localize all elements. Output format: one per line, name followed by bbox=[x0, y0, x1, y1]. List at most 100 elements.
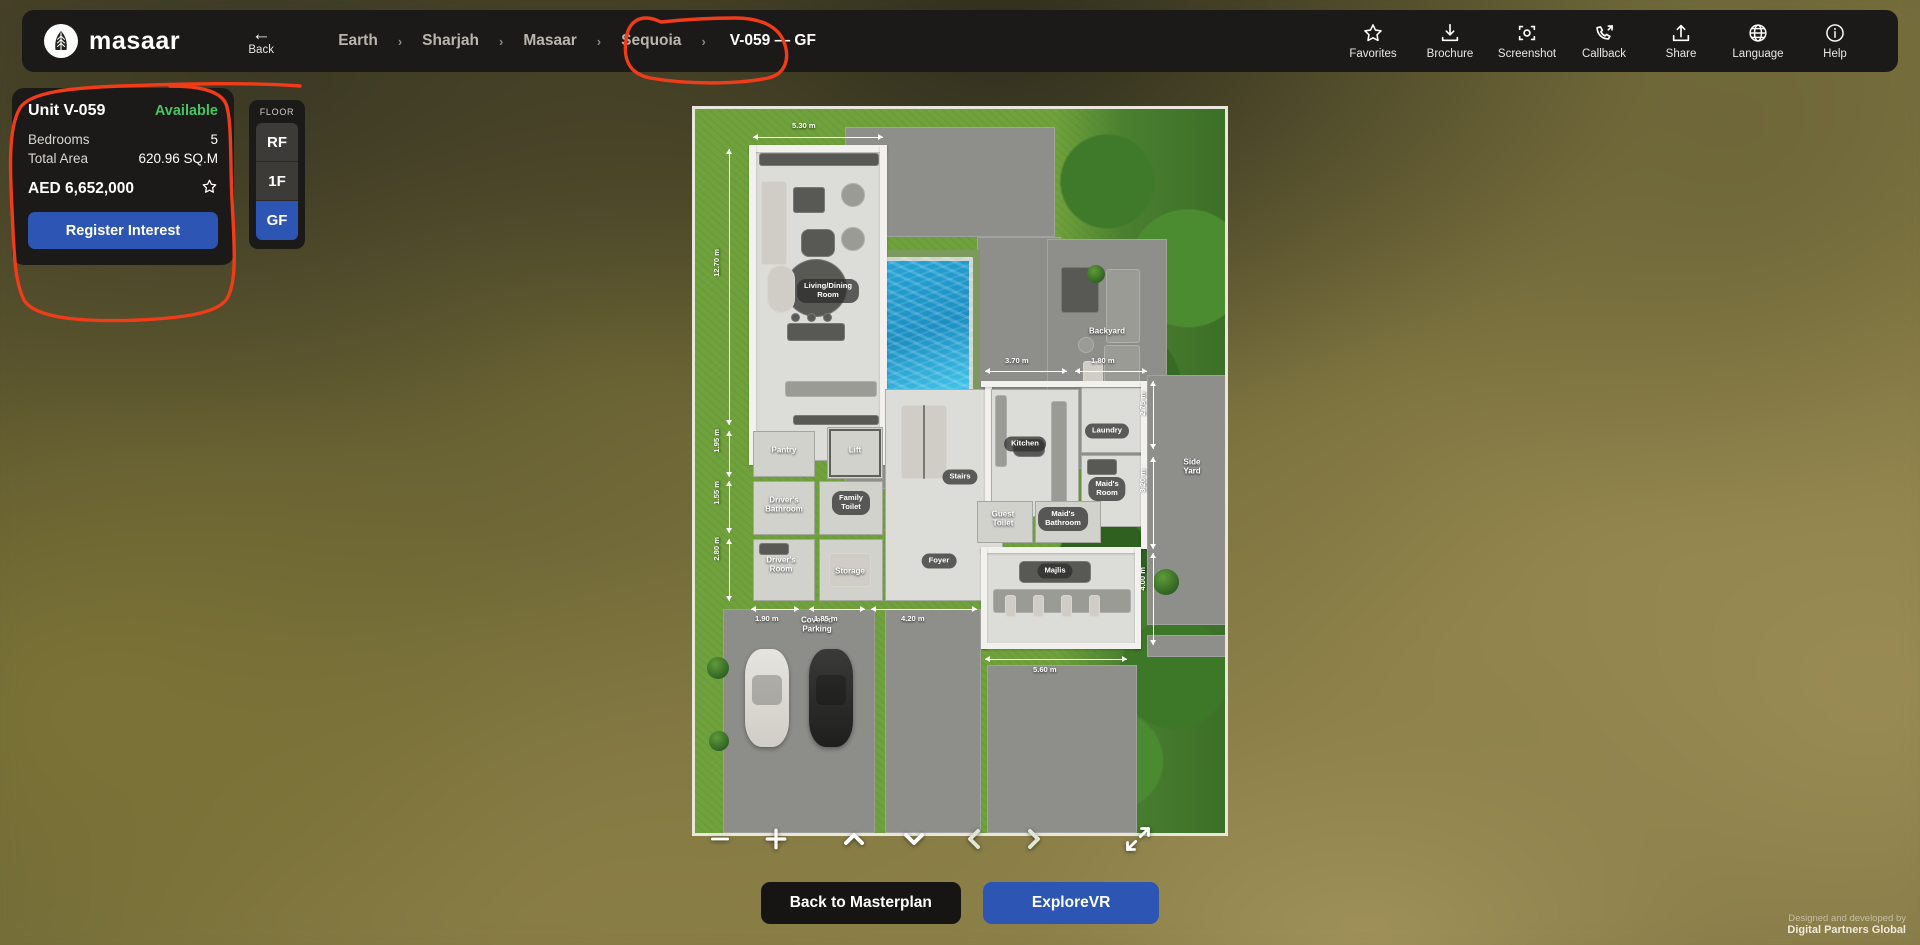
dimline-1-95 bbox=[726, 431, 732, 477]
wall-majlis-west bbox=[981, 547, 987, 649]
price-row: AED 6,652,000 bbox=[28, 178, 218, 200]
floor-selector-heading: FLOOR bbox=[259, 107, 295, 117]
tool-buttons: Favorites Brochure Screenshot Callback S… bbox=[1336, 18, 1898, 64]
car-light bbox=[745, 649, 789, 747]
dimline-2-75 bbox=[1150, 381, 1156, 449]
lift-shaft bbox=[829, 429, 881, 477]
star-icon bbox=[1362, 22, 1384, 44]
share-upload-icon bbox=[1670, 22, 1692, 44]
back-to-masterplan-button[interactable]: Back to Masterplan bbox=[760, 882, 961, 924]
dim-2-75: 2.75 m bbox=[1138, 392, 1147, 416]
dimline-1-90 bbox=[751, 606, 799, 612]
credit-block: Designed and developed by Digital Partne… bbox=[1787, 913, 1906, 936]
breadcrumb-item-earth[interactable]: Earth bbox=[326, 27, 390, 55]
tree-3 bbox=[1153, 569, 1179, 595]
stair-rail bbox=[923, 405, 925, 479]
unit-info-card: Unit V-059 Available Bedrooms 5 Total Ar… bbox=[12, 88, 234, 265]
kitchen-counter bbox=[995, 395, 1007, 467]
pan-left-button[interactable] bbox=[944, 823, 1004, 855]
majlis-cushion-2 bbox=[1033, 595, 1044, 617]
kitchen-island bbox=[1013, 439, 1045, 457]
language-label: Language bbox=[1732, 48, 1784, 60]
callback-button[interactable]: Callback bbox=[1567, 18, 1641, 64]
fullscreen-button[interactable] bbox=[1108, 825, 1168, 853]
breadcrumb-item-sequoia[interactable]: Sequoia bbox=[609, 27, 693, 55]
entry-paving bbox=[885, 609, 981, 833]
family-toilet-floor bbox=[819, 481, 883, 535]
dimline-1-80 bbox=[1075, 368, 1147, 374]
pantry-floor bbox=[753, 431, 815, 477]
pan-down-button[interactable] bbox=[884, 823, 944, 855]
spec-value-bedrooms: 5 bbox=[210, 132, 218, 147]
brand-name: masaar bbox=[89, 26, 181, 55]
unit-price: AED 6,652,000 bbox=[28, 180, 134, 197]
backyard-side-table bbox=[1078, 337, 1094, 353]
info-circle-icon bbox=[1824, 22, 1846, 44]
living-tv-unit bbox=[793, 415, 879, 425]
explore-vr-button[interactable]: ExploreVR bbox=[982, 882, 1160, 924]
wall-majlis-east bbox=[1135, 547, 1141, 649]
top-navigation-bar: masaar ← Back Earth › Sharjah › Masaar ›… bbox=[22, 10, 1898, 72]
dim-3-20: 3.20 m bbox=[1138, 469, 1147, 493]
dim-1-90: 1.90 m bbox=[755, 614, 779, 623]
living-console bbox=[759, 153, 879, 166]
dimline-4-00 bbox=[1150, 553, 1156, 645]
zoom-out-button[interactable] bbox=[692, 826, 748, 852]
back-button[interactable]: ← Back bbox=[238, 25, 284, 56]
bottom-action-bar: Back to Masterplan ExploreVR bbox=[0, 882, 1920, 924]
language-button[interactable]: Language bbox=[1721, 18, 1795, 64]
dim-4-20: 4.20 m bbox=[901, 614, 925, 623]
wall-living-west bbox=[749, 145, 756, 465]
brochure-button[interactable]: Brochure bbox=[1413, 18, 1487, 64]
screenshot-button[interactable]: Screenshot bbox=[1490, 18, 1564, 64]
screenshot-label: Screenshot bbox=[1497, 48, 1557, 60]
register-interest-button[interactable]: Register Interest bbox=[28, 212, 218, 249]
floor-option-rf[interactable]: RF bbox=[256, 123, 298, 162]
backyard-sofa-top bbox=[1106, 269, 1140, 343]
dim-1-95: 1.95 m bbox=[712, 429, 721, 453]
living-armchair-2 bbox=[841, 227, 865, 251]
tree-2 bbox=[709, 731, 729, 751]
credit-line-1: Designed and developed by bbox=[1788, 913, 1906, 924]
maids-bathroom-floor bbox=[1035, 501, 1101, 543]
pan-right-button[interactable] bbox=[1004, 823, 1064, 855]
zoom-in-button[interactable] bbox=[748, 824, 804, 854]
status-badge: Available bbox=[154, 103, 218, 119]
breadcrumb: Earth › Sharjah › Masaar › Sequoia › V-0… bbox=[326, 27, 828, 55]
dimline-3-20 bbox=[1150, 457, 1156, 549]
floor-option-gf[interactable]: GF bbox=[256, 201, 298, 240]
living-coffee-table bbox=[793, 187, 825, 213]
front-garden-paving bbox=[987, 665, 1137, 833]
chevron-right-icon-1: › bbox=[397, 33, 403, 49]
laundry-floor bbox=[1081, 387, 1143, 453]
wall-living-north bbox=[749, 145, 887, 152]
dimline-2-80 bbox=[726, 539, 732, 601]
floorplan-viewer[interactable]: Living/Dining Room Backyard Pantry Lift … bbox=[692, 106, 1228, 836]
favorites-button[interactable]: Favorites bbox=[1336, 18, 1410, 64]
dim-3-70: 3.70 m bbox=[1005, 356, 1029, 365]
dimline-5-60 bbox=[985, 656, 1127, 662]
star-outline-icon[interactable] bbox=[201, 178, 218, 200]
share-button[interactable]: Share bbox=[1644, 18, 1718, 64]
floorplan-controls bbox=[692, 818, 1232, 860]
living-sofa-left bbox=[761, 181, 787, 265]
floor-options: RF 1F GF bbox=[256, 123, 298, 240]
lounge-sofa bbox=[767, 265, 795, 313]
floor-option-1f[interactable]: 1F bbox=[256, 162, 298, 201]
chevron-right-icon-4: › bbox=[701, 33, 706, 49]
breadcrumb-item-masaar[interactable]: Masaar bbox=[511, 27, 588, 55]
brand-logo[interactable]: masaar bbox=[22, 24, 180, 58]
help-button[interactable]: Help bbox=[1798, 18, 1872, 64]
dimline-4-20 bbox=[871, 606, 977, 612]
breadcrumb-item-sharjah[interactable]: Sharjah bbox=[410, 27, 491, 55]
pan-up-button[interactable] bbox=[824, 823, 884, 855]
unit-card-header: Unit V-059 Available bbox=[28, 102, 218, 120]
living-rug-dark bbox=[801, 229, 835, 257]
dimline-1-55 bbox=[726, 481, 732, 533]
dimline-1-85 bbox=[809, 606, 865, 612]
screenshot-frame-icon bbox=[1516, 22, 1538, 44]
living-armchair-1 bbox=[841, 183, 865, 207]
callback-label: Callback bbox=[1581, 48, 1627, 60]
unit-title: Unit V-059 bbox=[28, 102, 106, 119]
credit-line-2: Digital Partners Global bbox=[1787, 924, 1906, 936]
